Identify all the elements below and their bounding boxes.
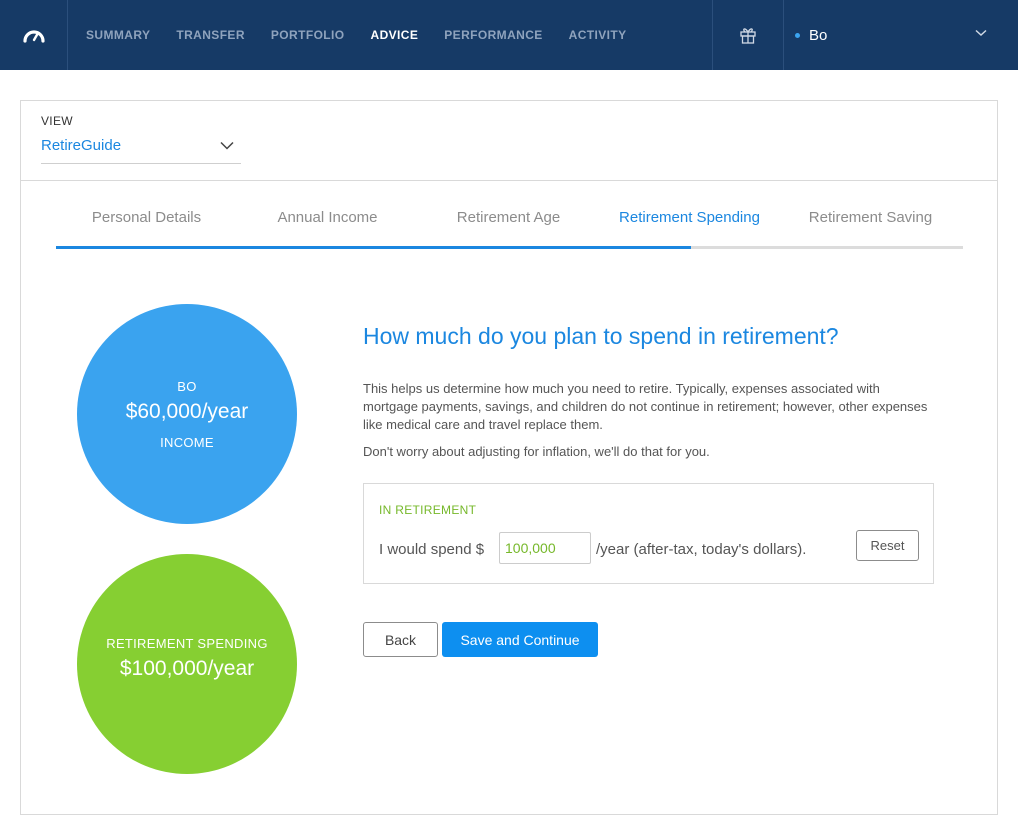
chevron-down-icon — [220, 141, 234, 150]
gift-button[interactable] — [712, 0, 784, 70]
back-button[interactable]: Back — [363, 622, 438, 657]
page-title: How much do you plan to spend in retirem… — [363, 323, 839, 349]
chevron-down-icon — [975, 29, 987, 37]
question-description: This helps us determine how much you nee… — [363, 381, 928, 432]
income-caption: INCOME — [160, 435, 214, 450]
step-tabs: Personal Details Annual Income Retiremen… — [56, 181, 963, 251]
reset-button[interactable]: Reset — [856, 530, 919, 561]
view-selected-value: RetireGuide — [41, 137, 122, 154]
tab-retirement-age[interactable]: Retirement Age — [418, 209, 599, 226]
nav-performance[interactable]: PERFORMANCE — [444, 28, 542, 42]
tab-retirement-saving[interactable]: Retirement Saving — [780, 209, 961, 226]
user-name: Bo — [809, 26, 828, 44]
nav-portfolio[interactable]: PORTFOLIO — [271, 28, 345, 42]
view-label: VIEW — [41, 114, 73, 128]
spending-amount: $100,000/year — [119, 657, 255, 680]
status-dot — [795, 32, 800, 38]
view-selector-row: VIEW RetireGuide — [21, 101, 997, 181]
spending-caption: RETIREMENT SPENDING — [106, 636, 268, 651]
nav-activity[interactable]: ACTIVITY — [569, 28, 627, 42]
spend-suffix-text: /year (after-tax, today's dollars). — [596, 541, 807, 558]
view-dropdown[interactable]: RetireGuide — [41, 132, 241, 164]
gift-icon — [740, 28, 756, 44]
nav-transfer[interactable]: TRANSFER — [176, 28, 245, 42]
income-person-name: BO — [177, 379, 197, 394]
spending-input-panel: IN RETIREMENT I would spend $ /year (aft… — [363, 483, 934, 584]
tab-retirement-spending[interactable]: Retirement Spending — [599, 209, 780, 226]
inflation-note: Don't worry about adjusting for inflatio… — [363, 444, 710, 459]
main-nav: SUMMARY TRANSFER PORTFOLIO ADVICE PERFOR… — [86, 0, 653, 70]
tab-personal-details[interactable]: Personal Details — [56, 209, 237, 226]
top-navigation-bar: SUMMARY TRANSFER PORTFOLIO ADVICE PERFOR… — [0, 0, 1018, 70]
user-menu[interactable]: Bo — [784, 0, 1018, 70]
speedometer-logo-icon — [22, 30, 45, 43]
spend-prefix-text: I would spend $ — [379, 541, 485, 558]
nav-summary[interactable]: SUMMARY — [86, 28, 150, 42]
in-retirement-label: IN RETIREMENT — [379, 503, 477, 517]
spending-amount-input[interactable] — [499, 532, 591, 564]
spending-circle: RETIREMENT SPENDING $100,000/year — [77, 554, 297, 774]
tab-annual-income[interactable]: Annual Income — [237, 209, 418, 226]
income-circle: BO $60,000/year INCOME — [77, 304, 297, 524]
nav-advice[interactable]: ADVICE — [371, 28, 419, 42]
income-amount: $60,000/year — [125, 400, 249, 423]
progress-fill — [56, 246, 691, 249]
retireguide-card: VIEW RetireGuide Personal Details Annual… — [20, 100, 998, 815]
save-and-continue-button[interactable]: Save and Continue — [442, 622, 598, 657]
home-logo[interactable] — [0, 0, 68, 70]
